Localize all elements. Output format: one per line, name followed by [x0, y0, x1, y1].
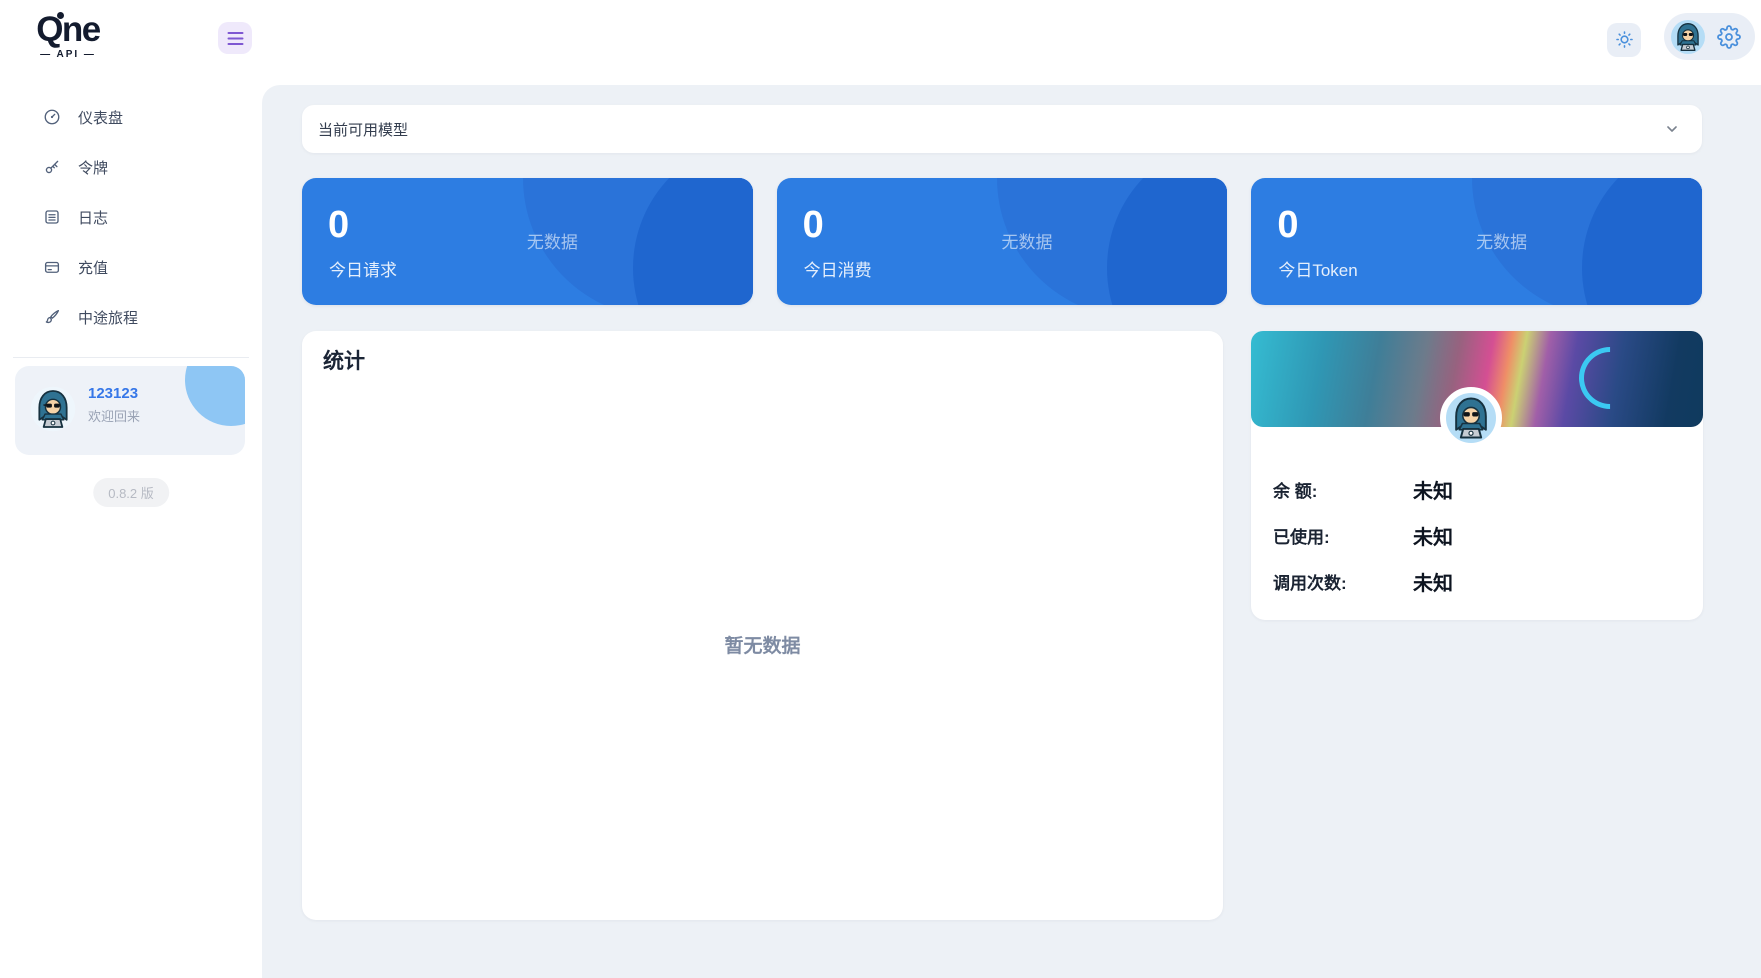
stat-empty-text: 无数据	[1476, 233, 1528, 252]
key-icon	[43, 158, 61, 176]
models-panel-title: 当前可用模型	[318, 121, 409, 139]
brand-name: Qne	[36, 10, 101, 49]
sidebar-divider	[13, 357, 249, 358]
user-menu[interactable]	[1664, 13, 1755, 60]
sidebar-item-midjourney[interactable]: 中途旅程	[0, 292, 262, 342]
used-value: 未知	[1413, 527, 1453, 549]
greeting-text: 欢迎回来	[88, 409, 141, 424]
no-data-text: 暂无数据	[724, 636, 801, 657]
stat-label: 今日Token	[1278, 261, 1358, 280]
username: 123123	[88, 385, 139, 402]
theme-toggle-button[interactable]	[1607, 22, 1641, 57]
stat-cards-row: 0 无数据 今日请求 0 无数据 今日消费 0 无数据 今日Token	[302, 178, 1703, 305]
balance-row: 余 额: 未知	[1273, 475, 1673, 504]
stat-empty-text: 无数据	[526, 233, 578, 252]
statistics-title: 统计	[323, 350, 365, 373]
balance-label: 余 额:	[1273, 482, 1318, 501]
sidebar-item-label: 仪表盘	[78, 109, 124, 127]
paintbrush-icon	[43, 308, 61, 326]
stat-label: 今日请求	[329, 261, 397, 280]
used-row: 已使用: 未知	[1273, 521, 1673, 550]
sidebar-item-tokens[interactable]: 令牌	[0, 142, 262, 192]
balance-value: 未知	[1413, 481, 1453, 503]
crescent-decoration	[1566, 334, 1654, 422]
sidebar-item-topup[interactable]: 充值	[0, 242, 262, 292]
sidebar-item-label: 日志	[78, 209, 109, 227]
sidebar-item-label: 充值	[78, 259, 109, 277]
stat-value: 0	[1277, 204, 1299, 246]
profile-card: 余 额: 未知 已使用: 未知 调用次数: 未知	[1251, 331, 1703, 620]
call-count-value: 未知	[1413, 573, 1453, 595]
call-count-row: 调用次数: 未知	[1273, 567, 1673, 596]
hamburger-icon	[227, 31, 244, 46]
stat-card-requests: 0 无数据 今日请求	[302, 178, 753, 305]
used-label: 已使用:	[1273, 528, 1330, 547]
corner-circle-decoration	[185, 366, 245, 426]
logo-dot-icon	[57, 12, 64, 19]
logs-icon	[43, 208, 61, 226]
version-badge: 0.8.2 版	[93, 478, 169, 507]
sidebar-item-dashboard[interactable]: 仪表盘	[0, 92, 262, 142]
stat-empty-text: 无数据	[1001, 233, 1053, 252]
available-models-collapse[interactable]: 当前可用模型	[302, 105, 1702, 153]
stat-value: 0	[802, 204, 824, 246]
statistics-panel: 统计 暂无数据	[302, 331, 1223, 920]
user-avatar	[30, 386, 76, 432]
stat-card-tokens: 0 无数据 今日Token	[1251, 178, 1703, 305]
stat-card-consumption: 0 无数据 今日消费	[776, 178, 1228, 305]
topbar-actions	[1607, 13, 1755, 60]
brand-subtitle: — API —	[40, 49, 96, 60]
gauge-icon	[43, 108, 61, 126]
profile-avatar	[1440, 387, 1502, 449]
call-count-label: 调用次数:	[1273, 574, 1347, 593]
credit-card-icon	[43, 258, 61, 276]
sidebar-item-label: 令牌	[78, 159, 109, 177]
topbar-avatar	[1671, 19, 1705, 54]
stat-value: 0	[328, 204, 350, 246]
chevron-down-icon	[1664, 121, 1680, 137]
app-root: Qne — API — 仪表盘 令牌 日志 充值 中途旅程 123123 欢迎回…	[0, 0, 1761, 978]
sidebar: Qne — API — 仪表盘 令牌 日志 充值 中途旅程 123123 欢迎回…	[0, 0, 262, 978]
menu-toggle-button[interactable]	[218, 22, 252, 54]
sidebar-item-logs[interactable]: 日志	[0, 192, 262, 242]
sidebar-item-label: 中途旅程	[78, 309, 139, 327]
sun-icon	[1615, 30, 1634, 49]
settings-gear-icon[interactable]	[1717, 24, 1741, 49]
main-content: 当前可用模型 0 无数据 今日请求 0 无数据 今日消费 0 无数据 今日Tok…	[262, 85, 1761, 978]
stat-label: 今日消费	[803, 261, 872, 280]
sidebar-user-card[interactable]: 123123 欢迎回来	[15, 366, 245, 455]
sidebar-nav: 仪表盘 令牌 日志 充值 中途旅程	[0, 92, 262, 342]
brand-logo: Qne — API —	[22, 12, 114, 60]
